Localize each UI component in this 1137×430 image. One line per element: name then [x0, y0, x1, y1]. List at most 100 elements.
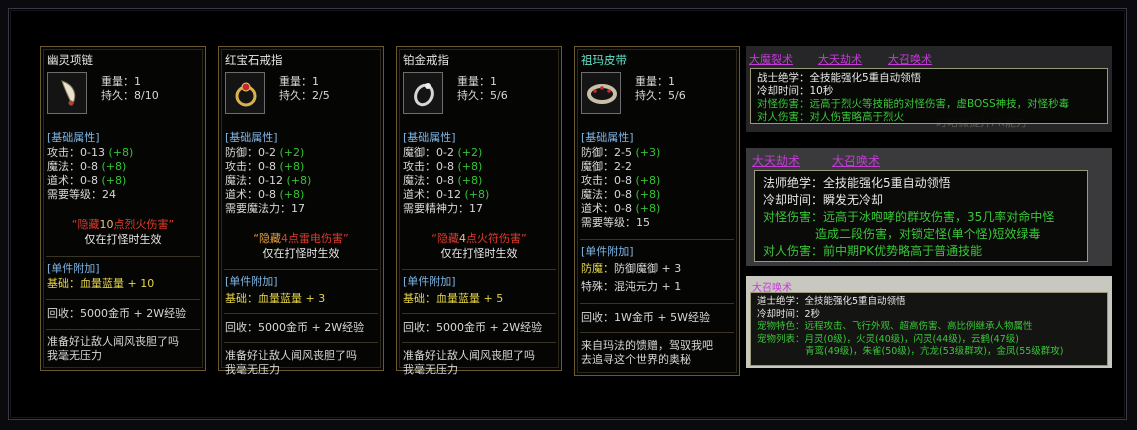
stat-line: 需要魔法力：17	[225, 202, 305, 215]
extra-line: 基础：血量蓝量 + 3	[225, 292, 326, 305]
stat-line: 防御：2-5 (+3)	[581, 146, 661, 159]
stat-line: 防御：0-2 (+2)	[225, 146, 305, 159]
stat-line: 需要等级：24	[47, 188, 116, 201]
extra-line: 基础：血量蓝量 + 10	[47, 277, 155, 290]
skill-title: 战士绝学：全技能强化5重自动领悟	[757, 72, 922, 84]
tab-skill-1[interactable]: 大魔裂术	[749, 51, 793, 67]
weight-text: 重量：1	[457, 75, 497, 88]
skill-desc-box: 道士绝学：全技能强化5重自动领悟 冷却时间：2秒 宠物特色：远程攻击、飞行外观、…	[750, 292, 1108, 366]
hidden-note: 仅在打怪时生效	[84, 233, 162, 246]
pet-list: 宠物列表：月灵(0级)，火灵(40级)，闪灵(44级)，云鹤(47级)	[757, 333, 1019, 345]
skill-pvm: 对怪伤害：远高于冰咆哮的群攻伤害，35几率对命中怪	[763, 210, 1055, 224]
tab-skill-2[interactable]: 大天劫术	[818, 51, 862, 67]
skill-pvp: 对人伤害：对人伤害略高于烈火	[757, 111, 904, 123]
hidden-note: 仅在打怪时生效	[440, 247, 518, 260]
flavor-text: 去追寻这个世界的奥秘	[581, 353, 691, 366]
extra-line: 基础：血量蓝量 + 5	[403, 292, 504, 305]
weight-text: 重量：1	[279, 75, 319, 88]
flavor-text: 准备好让敌人闻风丧胆了吗	[47, 335, 179, 348]
stat-line: 道术：0-8 (+8)	[47, 174, 127, 187]
necklace-icon	[61, 80, 76, 107]
durability-text: 持久：2/5	[279, 89, 330, 102]
durability-text: 持久：5/6	[457, 89, 508, 102]
hidden-attr: “隐藏4点雷电伤害”	[253, 232, 349, 245]
item-tooltip-necklace: 幽灵项链 重量：1 持久：8/10 [基础属性] 攻击：0-13 (+8) 魔法…	[40, 46, 206, 371]
stat-line: 攻击：0-8 (+8)	[403, 160, 483, 173]
skill-cooldown: 冷却时间：10秒	[757, 85, 834, 97]
stat-line: 道术：0-8 (+8)	[581, 202, 661, 215]
flavor-text: 准备好让敌人闻风丧胆了吗	[225, 349, 357, 362]
section-basic: [基础属性]	[403, 131, 456, 144]
item-name: 红宝石戒指	[225, 53, 283, 67]
skill-cooldown: 冷却时间：瞬发无冷却	[763, 193, 884, 207]
stat-line: 魔法：0-8 (+8)	[581, 188, 661, 201]
skill-desc-box: 战士绝学：全技能强化5重自动领悟 冷却时间：10秒 对怪伤害：远高于烈火等技能的…	[750, 68, 1108, 124]
item-tooltip-ruby-ring: 红宝石戒指 重量：1 持久：2/5 [基础属性] 防御：0-2 (+2) 攻击：…	[218, 46, 384, 376]
item-tooltip-platinum-ring: 铂金戒指 重量：1 持久：5/6 [基础属性] 魔御：0-2 (+2) 攻击：0…	[396, 46, 562, 376]
extra-line: 特殊：混沌元力 + 1	[581, 280, 682, 293]
stat-line: 攻击：0-8 (+8)	[225, 160, 305, 173]
item-name: 幽灵项链	[47, 53, 93, 67]
item-slot[interactable]	[225, 72, 265, 114]
stat-line: 道术：0-8 (+8)	[225, 188, 305, 201]
flavor-text: 我毫无压力	[47, 349, 102, 362]
pet-list-cont: 青鸾(49级)，朱雀(50级)，亢龙(53级群攻)，金凤(55级群攻)	[805, 346, 1064, 357]
hidden-note: 仅在打怪时生效	[262, 247, 340, 260]
recycle-text: 回收：5000金币 + 2W经验	[225, 321, 365, 334]
item-slot[interactable]	[47, 72, 87, 114]
skill-panel-taoist: 大召唤术 道士绝学：全技能强化5重自动领悟 冷却时间：2秒 宠物特色：远程攻击、…	[746, 276, 1112, 368]
hidden-attr: “隐藏10点烈火伤害”	[71, 218, 175, 231]
item-slot[interactable]	[581, 72, 621, 114]
item-tooltip-zuma-belt: 祖玛皮带 重量：1 持久：5/6 [基础属性] 防御：2-5 (+3) 魔御：2…	[574, 46, 740, 376]
flavor-text: 我毫无压力	[403, 363, 458, 376]
ruby-ring-icon	[235, 82, 257, 107]
skill-panel-mage: 大天劫术 大召唤术 法师绝学：全技能强化5重自动领悟 冷却时间：瞬发无冷却 对怪…	[746, 148, 1112, 266]
durability-text: 持久：5/6	[635, 89, 686, 102]
extra-line: 防魔：防御魔御 + 3	[581, 262, 682, 275]
platinum-ring-icon	[414, 83, 434, 107]
stat-line: 魔御：0-2 (+2)	[403, 146, 483, 159]
hidden-attr: “隐藏4点火符伤害”	[431, 232, 527, 245]
tab-skill-2[interactable]: 大召唤术	[832, 152, 880, 169]
pet-feature: 宠物特色：远程攻击、飞行外观、超高伤害、高比例继承人物属性	[757, 321, 1033, 332]
recycle-text: 回收：5000金币 + 2W经验	[47, 307, 187, 320]
stat-line: 需要等级：15	[581, 216, 650, 229]
item-name: 铂金戒指	[403, 53, 449, 67]
section-basic: [基础属性]	[581, 131, 634, 144]
stat-line: 魔法：0-12 (+8)	[225, 174, 312, 187]
skill-pvm: 对怪伤害：远高于烈火等技能的对怪伤害，虚BOSS神技，对怪秒毒	[757, 98, 1070, 110]
skill-panel-warrior: 大魔裂术 大天劫术 大召唤术 时略微提升PK能力 战士绝学：全技能强化5重自动领…	[746, 46, 1112, 132]
weight-text: 重量：1	[635, 75, 675, 88]
recycle-text: 回收：5000金币 + 2W经验	[403, 321, 543, 334]
weight-text: 重量：1	[101, 75, 141, 88]
skill-title: 法师绝学：全技能强化5重自动领悟	[763, 176, 951, 190]
durability-text: 持久：8/10	[101, 89, 159, 102]
flavor-text: 准备好让敌人闻风丧胆了吗	[403, 349, 535, 362]
stat-line: 需要精神力：17	[403, 202, 483, 215]
section-extra: [单件附加]	[225, 275, 278, 288]
stat-line: 攻击：0-13 (+8)	[47, 146, 134, 159]
skill-desc-box: 法师绝学：全技能强化5重自动领悟 冷却时间：瞬发无冷却 对怪伤害：远高于冰咆哮的…	[754, 170, 1088, 262]
item-slot[interactable]	[403, 72, 443, 114]
section-extra: [单件附加]	[581, 245, 634, 258]
section-extra: [单件附加]	[47, 262, 100, 275]
section-basic: [基础属性]	[225, 131, 278, 144]
stat-line: 攻击：0-8 (+8)	[581, 174, 661, 187]
tab-skill-1[interactable]: 大天劫术	[752, 152, 800, 169]
flavor-text: 我毫无压力	[225, 363, 280, 376]
recycle-text: 回收：1W金币 + 5W经验	[581, 311, 710, 324]
stat-line: 道术：0-12 (+8)	[403, 188, 490, 201]
skill-pvp: 对人伤害：前中期PK优势略高于普通技能	[763, 244, 983, 258]
stat-line: 魔御：2-2	[581, 160, 632, 173]
stat-line: 魔法：0-8 (+8)	[403, 174, 483, 187]
section-extra: [单件附加]	[403, 275, 456, 288]
stat-line: 魔法：0-8 (+8)	[47, 160, 127, 173]
section-basic: [基础属性]	[47, 131, 100, 144]
skill-title: 道士绝学：全技能强化5重自动领悟	[757, 296, 906, 307]
flavor-text: 来自玛法的馈赠，驾驭我吧	[581, 339, 713, 352]
item-name: 祖玛皮带	[581, 53, 627, 67]
skill-cooldown: 冷却时间：2秒	[757, 308, 821, 320]
skill-pvm-cont: 造成二段伤害，对锁定怪(单个怪)短效绿毒	[815, 227, 1041, 241]
tab-skill-3[interactable]: 大召唤术	[888, 51, 932, 67]
belt-icon	[587, 84, 617, 104]
